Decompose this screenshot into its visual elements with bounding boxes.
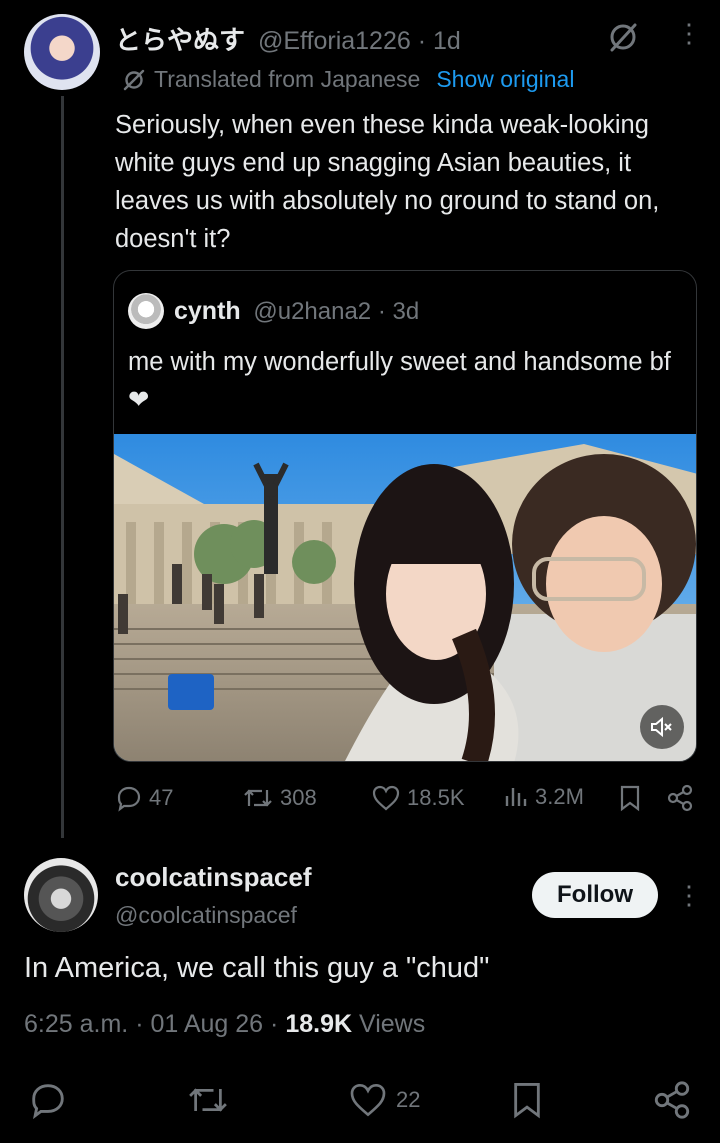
quote-header: cynth @u2hana2 · 3d	[174, 297, 419, 326]
thread-line	[61, 96, 64, 838]
follow-button[interactable]: Follow	[532, 872, 658, 918]
reply-reply-button[interactable]	[28, 1076, 68, 1124]
quoted-post[interactable]: cynth @u2hana2 · 3d me with my wonderful…	[113, 270, 697, 762]
views-icon	[503, 784, 529, 810]
like-count: 18.5K	[407, 785, 465, 810]
author-name[interactable]: とらやぬす	[115, 25, 245, 55]
more-options-icon[interactable]: ⋮	[676, 18, 702, 49]
repost-icon	[242, 784, 274, 812]
reply-author-handle[interactable]: @coolcatinspacef	[115, 902, 297, 929]
grok-icon[interactable]	[606, 20, 640, 54]
views-action[interactable]: 3.2M	[503, 784, 584, 810]
translate-icon	[122, 68, 146, 92]
bookmark-button[interactable]	[618, 784, 642, 812]
author-handle[interactable]: @Efforia1226	[258, 27, 411, 55]
avatar[interactable]	[24, 14, 100, 90]
quote-text: me with my wonderfully sweet and handsom…	[128, 348, 671, 414]
reply-avatar[interactable]	[24, 858, 98, 932]
share-icon	[652, 1080, 692, 1120]
translated-label: Translated from Japanese	[154, 66, 421, 92]
quote-author-name[interactable]: cynth	[174, 297, 241, 325]
quote-video[interactable]	[114, 434, 696, 761]
repost-count: 308	[280, 785, 317, 810]
reply-action[interactable]: 47	[115, 784, 173, 812]
separator-dot: ·	[377, 298, 386, 325]
reply-icon	[28, 1080, 68, 1120]
translation-bar: Translated from Japanese Show original	[122, 66, 574, 93]
reply-count: 47	[149, 785, 174, 810]
bookmark-icon	[618, 784, 642, 812]
separator-dot: ·	[135, 1010, 151, 1038]
heart-icon	[348, 1081, 388, 1119]
quote-author-handle[interactable]: @u2hana2	[253, 298, 371, 325]
show-original-link[interactable]: Show original	[436, 66, 574, 93]
reply-like-count: 22	[396, 1087, 421, 1112]
reply-meta: 6:25 a.m. · 01 Aug 26 · 18.9K Views	[24, 1010, 425, 1039]
like-action[interactable]: 18.5K	[371, 784, 465, 812]
reply-more-options-icon[interactable]: ⋮	[676, 880, 702, 911]
post-time[interactable]: 1d	[433, 27, 461, 55]
reply-icon	[115, 784, 143, 812]
reply-views-count: 18.9K	[285, 1010, 353, 1038]
reply-views-label: Views	[359, 1010, 426, 1038]
reply-bookmark-button[interactable]	[510, 1076, 544, 1124]
mute-button[interactable]	[640, 705, 684, 749]
reply-time[interactable]: 6:25 a.m.	[24, 1010, 128, 1038]
repost-icon	[186, 1080, 230, 1120]
separator-dot: ·	[270, 1010, 286, 1038]
reply-date[interactable]: 01 Aug 26	[150, 1010, 263, 1038]
views-count: 3.2M	[535, 784, 584, 809]
repost-action[interactable]: 308	[242, 784, 317, 812]
share-button[interactable]	[666, 784, 694, 812]
reply-share-button[interactable]	[652, 1076, 692, 1124]
reply-text: In America, we call this guy a "chud"	[24, 952, 490, 984]
post-header: とらやぬす @Efforia1226 · 1d	[115, 20, 461, 57]
post-text: Seriously, when even these kinda weak-lo…	[115, 111, 660, 253]
heart-icon	[371, 784, 401, 812]
reply-repost-button[interactable]	[186, 1076, 230, 1124]
separator-dot: ·	[417, 27, 427, 55]
reply-author-name[interactable]: coolcatinspacef	[115, 862, 312, 893]
bookmark-icon	[510, 1080, 544, 1120]
quote-time[interactable]: 3d	[393, 298, 420, 325]
quote-avatar[interactable]	[128, 293, 164, 329]
share-icon	[666, 784, 694, 812]
video-thumbnail	[114, 434, 696, 761]
reply-like-button[interactable]: 22	[348, 1076, 420, 1124]
